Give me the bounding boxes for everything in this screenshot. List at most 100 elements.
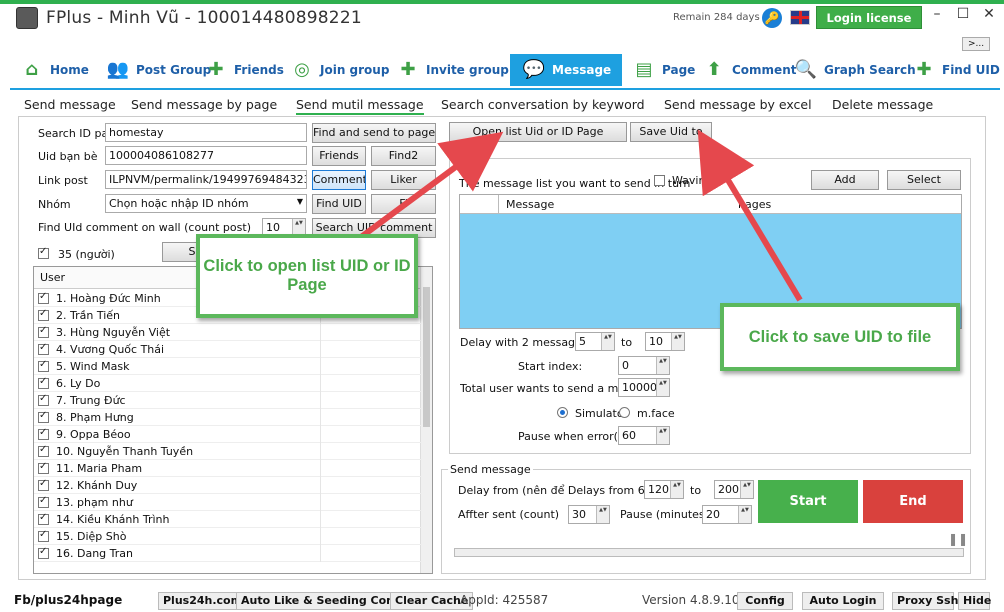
config-button[interactable]: Config [737,592,793,610]
start-index-label: Start index: [518,360,583,373]
add-button[interactable]: Add [811,170,879,190]
row-checkbox[interactable] [38,444,49,457]
uk-flag-icon[interactable] [790,10,810,25]
nav-comment[interactable]: ⬆ Comment [700,54,796,86]
nav-graph-search[interactable]: 🔍 Graph Search [792,54,916,86]
table-row[interactable]: 15. Diệp Shò [34,528,422,545]
table-row[interactable]: 8. Phạm Hưng [34,409,422,426]
plus24h-button[interactable]: Plus24h.com [158,592,248,610]
nav-join-group[interactable]: ◎ Join group [288,54,389,86]
hide-button[interactable]: Hide [958,592,991,610]
tab-search-conversation[interactable]: Search conversation by keyword [441,97,645,112]
table-row[interactable]: 12. Khánh Duy [34,477,422,494]
row-checkbox[interactable] [38,325,49,338]
key-icon[interactable]: 🔑 [762,8,782,28]
auto-login-button[interactable]: Auto Login [802,592,884,610]
pause-minutes-stepper[interactable]: 20 [702,505,752,524]
tab-delete-message[interactable]: Delete message [832,97,933,112]
row-checkbox[interactable] [38,478,49,491]
search-icon: 🔍 [794,59,818,80]
table-row[interactable]: 11. Maria Pham [34,460,422,477]
nav-message[interactable]: 💬 Message [510,54,622,86]
send-message-title: Send message [448,463,533,476]
row-checkbox[interactable] [38,546,49,559]
uid-friend-input[interactable]: 100004086108277 [105,146,307,165]
minimize-icon[interactable]: – [926,6,948,24]
nav-invite-group[interactable]: ✚ Invite group [394,54,508,86]
send-delay-to-stepper[interactable]: 200 [714,480,754,499]
user-name: 6. Ly Do [56,377,101,390]
simulator-radio[interactable] [557,407,568,418]
delay-from-stepper[interactable]: 5 [575,332,615,351]
table-row[interactable]: 7. Trung Đức [34,392,422,409]
total-user-stepper[interactable]: 10000 [618,378,670,397]
table-row[interactable]: 13. phạm như [34,494,422,511]
row-checkbox[interactable] [38,342,49,355]
open-list-callout: Click to open list UID or ID Page [196,234,418,318]
nav-post-group[interactable]: 👥 Post Group [104,54,211,86]
find-button[interactable]: Fi [371,194,436,214]
find-send-page-button[interactable]: Find and send to page [312,123,436,143]
pause-error-stepper[interactable]: 60 [618,426,670,445]
sub-tabs: Send message Send message by page Send m… [22,97,992,115]
send-delay-from-stepper[interactable]: 120 [644,480,684,499]
row-checkbox[interactable] [38,359,49,372]
nav-page[interactable]: ▤ Page [630,54,695,86]
row-checkbox[interactable] [38,529,49,542]
liker-button[interactable]: Liker [371,170,436,190]
close-icon[interactable]: ✕ [978,6,1000,24]
row-checkbox[interactable] [38,461,49,474]
nav-friends[interactable]: ✚ Friends [202,54,283,86]
after-sent-stepper[interactable]: 30 [568,505,610,524]
row-checkbox[interactable] [38,495,49,508]
table-row[interactable]: 14. Kiều Khánh Trình [34,511,422,528]
delay-to-stepper[interactable]: 10 [645,332,685,351]
link-post-input[interactable]: ILPNVM/permalink/1949976948432380/ [105,170,307,189]
tab-send-message-by-excel[interactable]: Send message by excel [664,97,812,112]
table-row[interactable]: 5. Wind Mask [34,358,422,375]
open-list-uid-button[interactable]: Open list Uid or ID Page [449,122,627,142]
find2-button[interactable]: Find2 [371,146,436,166]
group-select[interactable]: Chọn hoặc nhập ID nhóm ▼ [105,194,307,213]
autolike-button[interactable]: Auto Like & Seeding Com... [236,592,416,610]
friends-button[interactable]: Friends [312,146,366,166]
save-uid-callout: Click to save UID to file [720,303,960,371]
row-checkbox[interactable] [38,427,49,440]
find-uid-button[interactable]: Find UID [312,194,366,214]
mface-radio[interactable] [619,407,630,418]
row-checkbox[interactable] [38,376,49,389]
progress-scrollbar[interactable] [454,548,964,557]
fb-page-link[interactable]: Fb/plus24hpage [14,593,122,607]
row-checkbox[interactable] [38,512,49,525]
tab-send-message-by-page[interactable]: Send message by page [131,97,277,112]
table-row[interactable]: 3. Hùng Nguyễn Việt [34,324,422,341]
table-row[interactable]: 4. Vương Quốc Thái [34,341,422,358]
comment-button[interactable]: Comment [312,170,366,190]
tab-send-mutil-message[interactable]: Send mutil message [296,97,424,115]
maximize-icon[interactable]: ☐ [952,6,974,24]
waving-checkbox[interactable] [654,175,665,186]
table-row[interactable]: 6. Ly Do [34,375,422,392]
table-row[interactable]: 10. Nguyễn Thanh Tuyền [34,443,422,460]
more-button[interactable]: >... [962,37,990,51]
select-all-checkbox[interactable] [38,246,49,259]
nav-home[interactable]: ⌂ Home [18,54,89,86]
row-checkbox[interactable] [38,291,49,304]
search-id-input[interactable]: homestay [105,123,307,142]
row-checkbox[interactable] [38,308,49,321]
start-index-stepper[interactable]: 0 [618,356,670,375]
row-checkbox[interactable] [38,410,49,423]
table-row[interactable]: 9. Oppa Béoo [34,426,422,443]
nav-find-uid[interactable]: ✚ Find UID [910,54,999,86]
end-button[interactable]: End [863,480,963,523]
table-row[interactable]: 16. Dang Tran [34,545,422,562]
user-name: 7. Trung Đức [56,394,126,407]
login-license-button[interactable]: Login license [816,6,922,29]
select-button[interactable]: Select [887,170,961,190]
start-button[interactable]: Start [758,480,858,523]
app-icon [16,7,38,29]
proxy-ssh-button[interactable]: Proxy Ssh [892,592,958,610]
tab-send-message[interactable]: Send message [24,97,116,112]
save-uid-button[interactable]: Save Uid to [630,122,712,142]
row-checkbox[interactable] [38,393,49,406]
